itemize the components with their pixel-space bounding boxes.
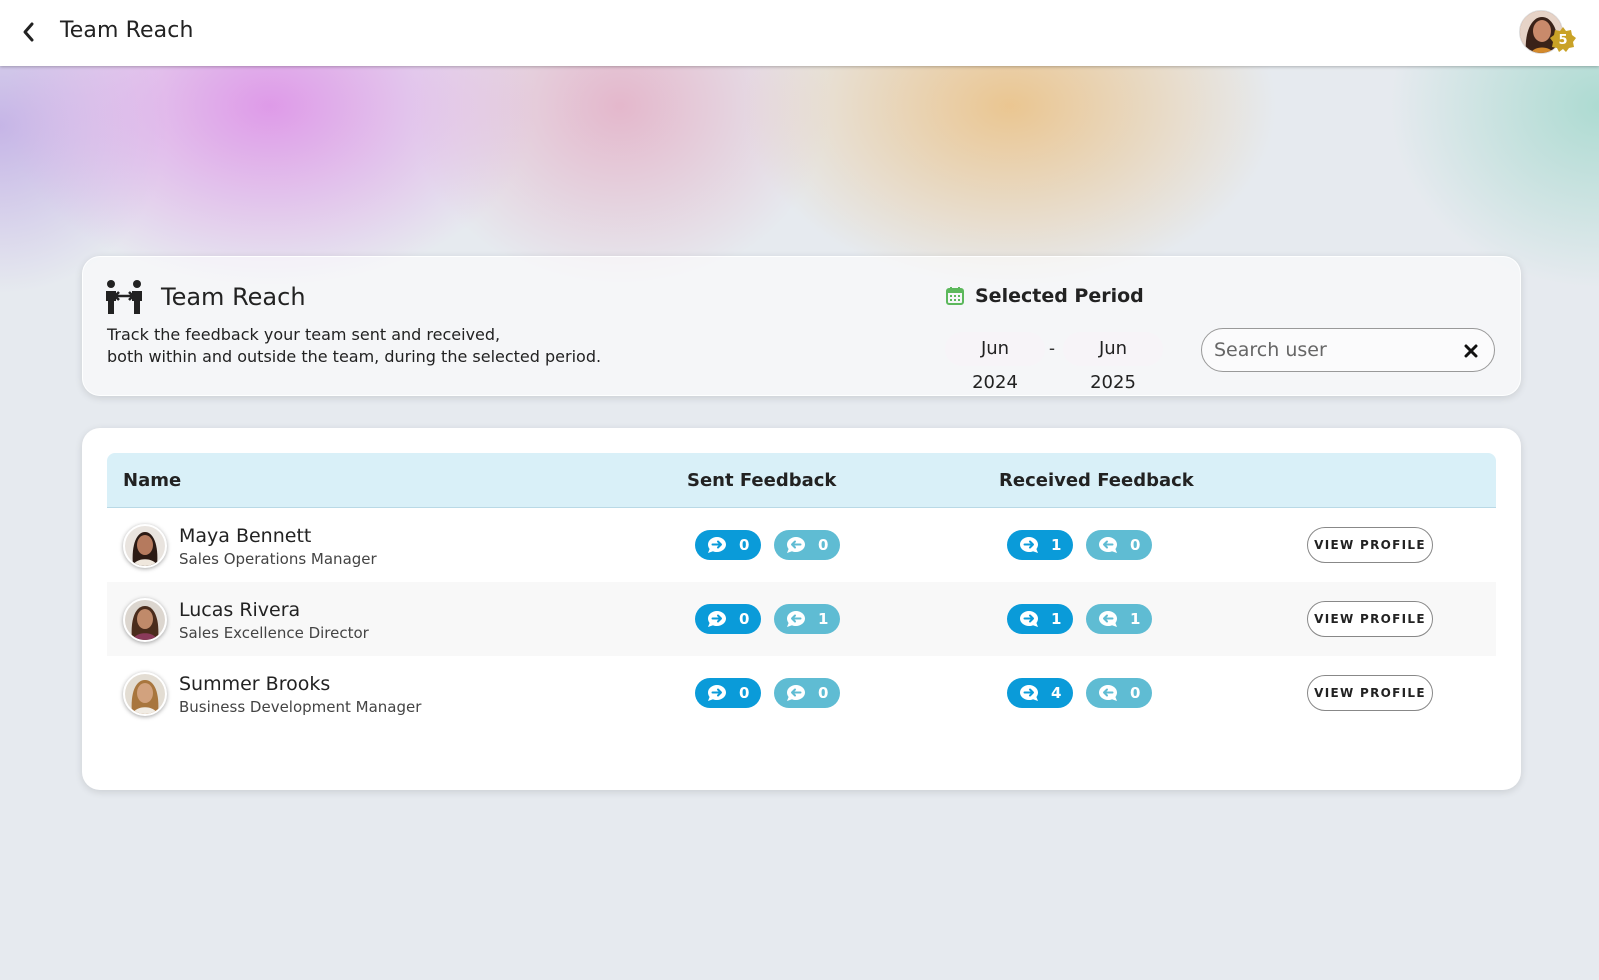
avatar <box>123 524 167 568</box>
table-header: Name Sent Feedback Received Feedback <box>107 453 1496 508</box>
feedback-count: 4 <box>1051 684 1062 702</box>
chat-arrow-right-icon <box>708 685 726 701</box>
chat-arrow-left-icon <box>787 537 805 553</box>
period-label: Selected Period <box>975 285 1144 307</box>
chat-arrow-right-icon <box>1020 611 1038 627</box>
chat-arrow-right-icon <box>1020 537 1038 553</box>
summary-card: Team Reach Track the feedback your team … <box>82 256 1521 396</box>
star-badge-icon: 5 <box>1549 26 1577 54</box>
notification-count: 5 <box>1558 32 1568 48</box>
feedback-count: 0 <box>739 610 750 628</box>
top-bar: Team Reach 5 <box>0 0 1599 66</box>
column-header-received: Received Feedback <box>999 470 1194 491</box>
chevron-left-icon <box>23 22 34 42</box>
sent-feedback-incoming[interactable]: 1 <box>774 604 840 634</box>
calendar-icon <box>946 287 964 305</box>
view-profile-button[interactable]: VIEW PROFILE <box>1307 527 1433 563</box>
summary-title: Team Reach <box>161 283 306 311</box>
sent-feedback-incoming[interactable]: 0 <box>774 678 840 708</box>
user-role: Sales Operations Manager <box>179 550 377 568</box>
period-start-select[interactable]: Jun 2024 <box>945 332 1045 393</box>
clear-search-button[interactable] <box>1460 340 1482 362</box>
view-profile-button[interactable]: VIEW PROFILE <box>1307 601 1433 637</box>
user-menu[interactable]: 5 <box>1519 10 1576 54</box>
received-feedback-incoming[interactable]: 1 <box>1086 604 1152 634</box>
feedback-count: 0 <box>818 684 829 702</box>
sent-feedback-outgoing[interactable]: 0 <box>695 530 761 560</box>
user-name: Maya Bennett <box>179 525 312 547</box>
chat-arrow-left-icon <box>1099 537 1117 553</box>
user-role: Sales Excellence Director <box>179 624 369 642</box>
feedback-count: 0 <box>1130 536 1141 554</box>
close-icon <box>1464 344 1478 358</box>
search-field[interactable] <box>1201 328 1495 372</box>
period-heading: Selected Period <box>945 285 1144 307</box>
people-exchange-icon <box>105 279 143 315</box>
feedback-count: 1 <box>1051 610 1062 628</box>
chat-arrow-right-icon <box>708 611 726 627</box>
feedback-count: 1 <box>818 610 829 628</box>
view-profile-button[interactable]: VIEW PROFILE <box>1307 675 1433 711</box>
feedback-count: 0 <box>739 684 750 702</box>
search-input[interactable] <box>1214 329 1454 371</box>
received-feedback-incoming[interactable]: 0 <box>1086 678 1152 708</box>
period-end-select[interactable]: Jun 2025 <box>1063 332 1163 393</box>
feedback-table-card: Name Sent Feedback Received Feedback May… <box>82 428 1521 790</box>
period-separator: - <box>1049 338 1055 358</box>
user-name: Lucas Rivera <box>179 599 301 621</box>
page-title: Team Reach <box>60 18 194 43</box>
user-name: Summer Brooks <box>179 673 331 695</box>
feedback-count: 0 <box>1130 684 1141 702</box>
table-row: Summer Brooks Business Development Manag… <box>107 656 1496 730</box>
chat-arrow-left-icon <box>1099 685 1117 701</box>
avatar <box>123 598 167 642</box>
user-role: Business Development Manager <box>179 698 422 716</box>
feedback-count: 0 <box>739 536 750 554</box>
description-line-1: Track the feedback your team sent and re… <box>107 325 501 344</box>
feedback-count: 0 <box>818 536 829 554</box>
table-row: Maya Bennett Sales Operations Manager 0 … <box>107 508 1496 582</box>
chat-arrow-right-icon <box>708 537 726 553</box>
feedback-count: 1 <box>1130 610 1141 628</box>
sent-feedback-incoming[interactable]: 0 <box>774 530 840 560</box>
column-header-name: Name <box>123 470 182 491</box>
chat-arrow-left-icon <box>1099 611 1117 627</box>
column-header-sent: Sent Feedback <box>687 470 837 491</box>
chat-arrow-left-icon <box>787 611 805 627</box>
avatar <box>123 672 167 716</box>
sent-feedback-outgoing[interactable]: 0 <box>695 604 761 634</box>
back-button[interactable] <box>14 18 42 46</box>
received-feedback-outgoing[interactable]: 1 <box>1007 530 1073 560</box>
chat-arrow-right-icon <box>1020 685 1038 701</box>
received-feedback-outgoing[interactable]: 4 <box>1007 678 1073 708</box>
received-feedback-incoming[interactable]: 0 <box>1086 530 1152 560</box>
summary-description: Track the feedback your team sent and re… <box>107 324 727 368</box>
received-feedback-outgoing[interactable]: 1 <box>1007 604 1073 634</box>
feedback-count: 1 <box>1051 536 1062 554</box>
table-row: Lucas Rivera Sales Excellence Director 0… <box>107 582 1496 656</box>
chat-arrow-left-icon <box>787 685 805 701</box>
sent-feedback-outgoing[interactable]: 0 <box>695 678 761 708</box>
description-line-2: both within and outside the team, during… <box>107 347 602 366</box>
